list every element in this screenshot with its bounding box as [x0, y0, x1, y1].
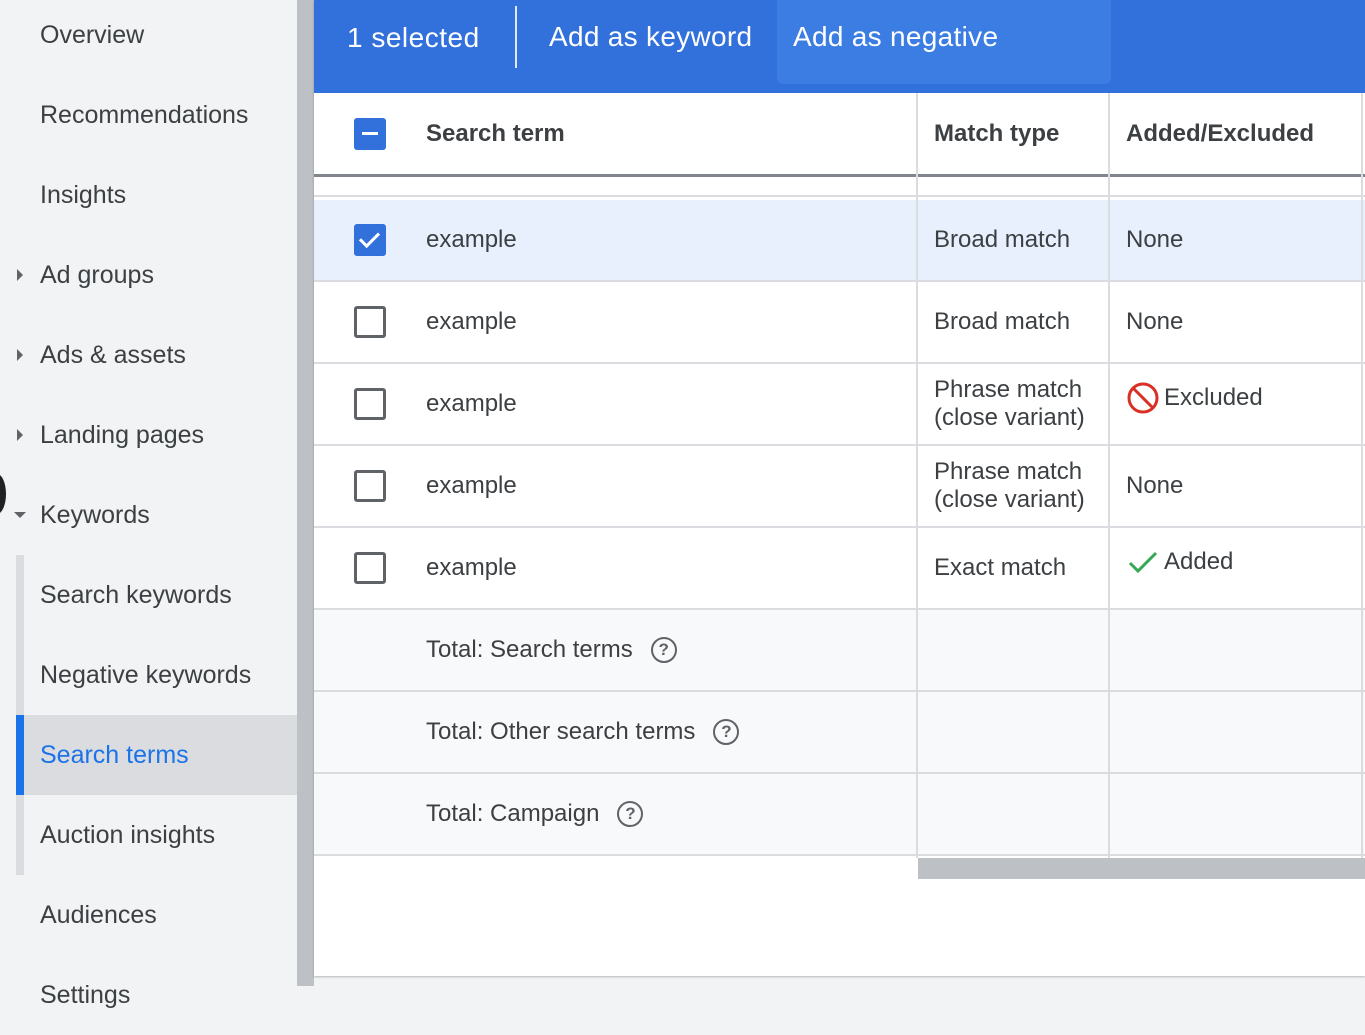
nav-item-label: Auction insights: [40, 820, 216, 849]
table-row[interactable]: example Phrase match (close variant) Exc…: [314, 364, 1365, 446]
nav-item-label: Insights: [40, 180, 127, 209]
status-label: Added: [1164, 548, 1234, 575]
sidebar-nav: Overview Recommendations Insights Ad gro…: [0, 0, 297, 1018]
search-term-cell: example: [426, 308, 517, 335]
status-cell: None: [1126, 308, 1184, 335]
selected-count: 1 selected: [347, 22, 480, 53]
nav-item-search-terms[interactable]: Search terms: [16, 715, 297, 795]
help-icon[interactable]: ?: [617, 801, 644, 827]
total-cell: Total: Other search terms ?: [426, 692, 740, 772]
nav-item-label: Negative keywords: [40, 660, 252, 689]
column-divider: [916, 93, 918, 858]
checkmark-icon: [1128, 551, 1158, 574]
nav-item-search-keywords[interactable]: Search keywords: [0, 555, 297, 635]
row-checkbox[interactable]: [354, 306, 386, 338]
horizontal-scrollbar[interactable]: [918, 858, 1365, 879]
match-type-variant: (close variant): [934, 486, 1085, 513]
column-header-added-excluded[interactable]: Added/Excluded: [1126, 93, 1314, 174]
action-bar-separator: [515, 6, 517, 68]
nav-item-label: Search terms: [40, 740, 189, 769]
nav-item-label: Ads & assets: [40, 340, 186, 369]
expand-arrow-icon[interactable]: [14, 429, 26, 441]
sidebar-resize-handle[interactable]: [297, 0, 314, 986]
total-label: Total: Search terms: [426, 636, 633, 663]
nav-item-label: Settings: [40, 980, 131, 1009]
total-label: Total: Campaign: [426, 800, 600, 827]
row-checkbox[interactable]: [354, 224, 386, 256]
table-header-row: Search term Match type Added/Excluded: [314, 93, 1365, 177]
table-row[interactable]: example Broad match None: [314, 200, 1365, 282]
nav-item-landing-pages[interactable]: Landing pages: [0, 395, 297, 475]
nav-item-label: Search keywords: [40, 580, 232, 609]
match-type-line: Phrase match: [934, 376, 1083, 403]
select-all-checkbox[interactable]: [354, 117, 386, 150]
nav-item-label: Overview: [40, 20, 145, 49]
expand-arrow-icon[interactable]: [14, 349, 26, 361]
nav-item-ad-groups[interactable]: Ad groups: [0, 235, 297, 315]
nav-item-auction-insights[interactable]: Auction insights: [0, 795, 297, 875]
match-type-cell: Broad match: [934, 226, 1071, 253]
column-header-match-type[interactable]: Match type: [934, 93, 1059, 174]
add-as-negative-keyword-button[interactable]: Add as negative keyword: [777, 0, 1111, 126]
status-cell: Added: [1126, 522, 1233, 602]
match-type-cell: Phrase match (close variant): [934, 446, 1085, 526]
search-term-cell: example: [426, 554, 517, 581]
table-row[interactable]: example Broad match None: [314, 282, 1365, 364]
nav-item-label: Keywords: [40, 500, 150, 529]
search-term-cell: example: [426, 226, 517, 253]
status-cell: None: [1126, 226, 1184, 253]
total-row: Total: Other search terms ?: [314, 692, 1365, 774]
nav-item-label: Recommendations: [40, 100, 249, 129]
search-term-cell: example: [426, 472, 517, 499]
row-checkbox[interactable]: [354, 552, 386, 584]
status-label: Excluded: [1164, 384, 1263, 411]
table-row[interactable]: example Exact match Added: [314, 528, 1365, 610]
nav-item-settings[interactable]: Settings: [0, 955, 297, 1035]
column-divider: [1108, 93, 1110, 858]
total-cell: Total: Campaign ?: [426, 774, 644, 854]
help-icon[interactable]: ?: [650, 637, 677, 663]
row-checkbox[interactable]: [354, 388, 386, 420]
search-term-cell: example: [426, 390, 517, 417]
nav-item-label: Audiences: [40, 900, 157, 929]
total-cell: Total: Search terms ?: [426, 610, 677, 690]
nav-item-overview[interactable]: Overview: [0, 0, 297, 75]
add-as-keyword-button[interactable]: Add as keyword: [533, 0, 768, 84]
row-checkbox[interactable]: [354, 470, 386, 502]
match-type-cell: Exact match: [934, 554, 1067, 581]
nav-item-keywords[interactable]: Keywords: [0, 475, 297, 555]
match-type-line: Phrase match: [934, 458, 1083, 485]
nav-item-audiences[interactable]: Audiences: [0, 875, 297, 955]
status-cell: None: [1126, 472, 1184, 499]
help-icon[interactable]: ?: [713, 719, 740, 745]
column-header-search-term[interactable]: Search term: [426, 93, 565, 174]
main-content: 1 selected Add as keyword Add as negativ…: [314, 0, 1365, 976]
nav-item-recommendations[interactable]: Recommendations: [0, 75, 297, 155]
expand-arrow-icon[interactable]: [14, 269, 26, 281]
blocked-icon: [1127, 382, 1159, 414]
table-row[interactable]: example Phrase match (close variant) Non…: [314, 446, 1365, 528]
status-cell: Excluded: [1126, 358, 1263, 438]
match-type-cell: Phrase match (close variant): [934, 364, 1085, 444]
nav-item-insights[interactable]: Insights: [0, 155, 297, 235]
total-row: Total: Campaign ?: [314, 774, 1365, 856]
nav-item-label: Landing pages: [40, 420, 205, 449]
nav-item-ads-assets[interactable]: Ads & assets: [0, 315, 297, 395]
active-indicator: [16, 715, 24, 795]
column-divider: [1361, 93, 1363, 858]
nav-item-label: Ad groups: [40, 260, 154, 289]
nav-item-negative-keywords[interactable]: Negative keywords: [0, 635, 297, 715]
selection-action-bar: 1 selected Add as keyword Add as negativ…: [314, 0, 1365, 126]
match-type-variant: (close variant): [934, 404, 1085, 431]
header-spacer: [314, 177, 1365, 197]
total-label: Total: Other search terms: [426, 718, 696, 745]
collapse-arrow-icon[interactable]: [14, 509, 26, 521]
match-type-cell: Broad match: [934, 308, 1071, 335]
total-row: Total: Search terms ?: [314, 610, 1365, 692]
